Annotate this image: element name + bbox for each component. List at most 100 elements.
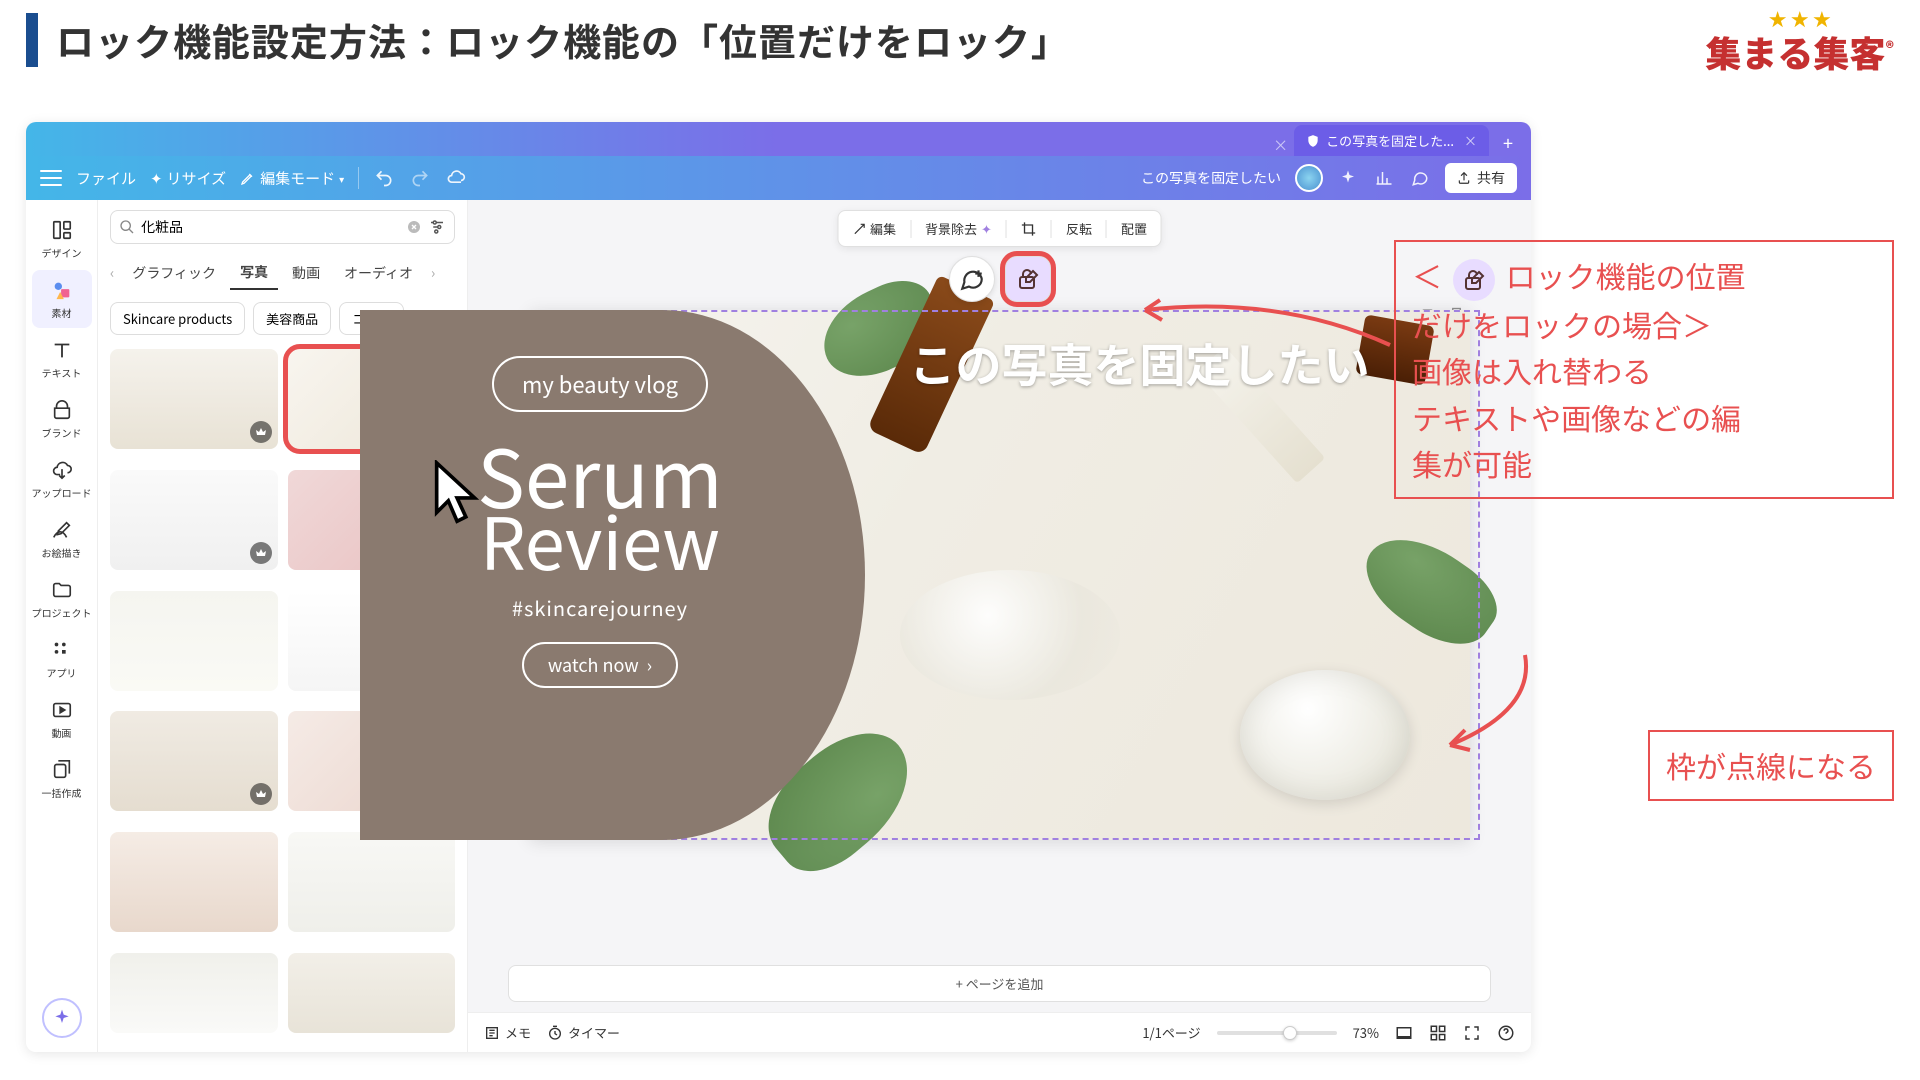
trademark: ® [1885, 35, 1894, 59]
menu-file[interactable]: ファイル [76, 168, 136, 189]
view-list-icon[interactable] [1395, 1024, 1413, 1042]
crown-icon [250, 421, 272, 443]
clear-icon[interactable] [406, 219, 422, 235]
canvas-page[interactable]: この写真を固定したい my beauty vlog Serum Review #… [530, 310, 1470, 840]
menu-resize[interactable]: ✦リサイズ [150, 168, 226, 189]
watch-now-button[interactable]: watch now› [522, 642, 678, 688]
filter-icon[interactable] [428, 218, 446, 236]
page-counter: 1/1ページ [1142, 1023, 1200, 1042]
timer-icon [547, 1025, 563, 1041]
hamburger-icon[interactable] [40, 170, 62, 186]
text-icon [50, 338, 74, 362]
search-input[interactable] [141, 217, 400, 237]
share-button[interactable]: 共有 [1445, 163, 1517, 193]
ctx-crop[interactable] [1017, 218, 1041, 240]
shield-icon [1306, 134, 1320, 148]
chevron-left-icon[interactable]: ‹ [106, 263, 118, 283]
ctx-arrange[interactable]: 配置 [1117, 216, 1151, 241]
analytics-button[interactable] [1373, 167, 1395, 189]
tab-graphic[interactable]: グラフィック [122, 257, 226, 289]
filter-chip[interactable]: 美容商品 [253, 302, 331, 335]
add-page-button[interactable]: + ページを追加 [508, 965, 1491, 1002]
bottom-bar: メモ タイマー 1/1ページ 73% [468, 1012, 1531, 1052]
cursor-pointer-icon [430, 460, 490, 530]
filter-chip[interactable]: Skincare products [110, 302, 245, 335]
timer-button[interactable]: タイマー [547, 1023, 620, 1042]
rail-draw[interactable]: お絵描き [32, 510, 92, 568]
browser-tab[interactable]: この写真を固定した... × [1294, 125, 1489, 156]
note-icon [484, 1025, 500, 1041]
tab-audio[interactable]: オーディオ [334, 257, 423, 289]
hashtag-text[interactable]: #skincarejourney [512, 593, 688, 622]
arrow-icon [1430, 650, 1550, 760]
chevron-right-icon: › [647, 652, 652, 678]
comment-button[interactable] [1409, 167, 1431, 189]
pill-label[interactable]: my beauty vlog [492, 356, 708, 412]
chevron-down-icon: ▾ [339, 171, 344, 186]
bulk-icon [50, 758, 74, 782]
app-header: ファイル ✦リサイズ 編集モード▾ この写真を固定したい 共有 [26, 156, 1531, 200]
file-title[interactable]: この写真を固定したい [1141, 168, 1281, 188]
asset-thumbnail[interactable] [110, 470, 278, 570]
rail-project[interactable]: プロジェクト [32, 570, 92, 628]
help-icon[interactable] [1497, 1024, 1515, 1042]
close-icon[interactable]: × [1273, 135, 1288, 156]
comment-float-button[interactable] [949, 256, 995, 302]
asset-thumbnail[interactable] [110, 711, 278, 811]
stars-icon: ★ ★ ★ [1705, 12, 1894, 26]
ctx-flip[interactable]: 反転 [1062, 216, 1096, 241]
asset-thumbnail[interactable] [288, 953, 456, 1033]
browser-tabs: × この写真を固定した... × + [26, 122, 1531, 156]
avatar[interactable] [1295, 164, 1323, 192]
comment-plus-icon [959, 266, 985, 292]
zoom-slider[interactable] [1217, 1031, 1337, 1035]
asset-thumbnail[interactable] [110, 591, 278, 691]
zoom-value: 73% [1353, 1023, 1379, 1042]
rail-bulk[interactable]: 一括作成 [32, 750, 92, 808]
memo-button[interactable]: メモ [484, 1023, 531, 1042]
slide-title: ロック機能設定方法：ロック機能の「位置だけをロック」 [56, 12, 1070, 67]
design-panel[interactable]: my beauty vlog Serum Review #skincarejou… [360, 310, 865, 840]
ctx-edit[interactable]: 編集 [848, 216, 900, 241]
rail-video[interactable]: 動画 [32, 690, 92, 748]
upload-icon [1457, 171, 1471, 185]
view-grid-icon[interactable] [1429, 1024, 1447, 1042]
layout-icon [50, 218, 74, 242]
ctx-bg-remove[interactable]: 背景除去✦ [921, 216, 996, 241]
rail-upload[interactable]: アップロード [32, 450, 92, 508]
asset-thumbnail[interactable] [110, 832, 278, 932]
ai-assistant-button[interactable] [42, 998, 82, 1038]
chevron-right-icon[interactable]: › [427, 263, 439, 283]
cloud-up-icon [50, 458, 74, 482]
brand-name: 集まる集客 [1705, 26, 1885, 78]
context-toolbar: 編集 背景除去✦ 反転 配置 [837, 210, 1162, 247]
script-heading[interactable]: Serum Review [477, 440, 723, 569]
asset-thumbnail[interactable] [288, 832, 456, 932]
asset-thumbnail[interactable] [110, 953, 278, 1033]
rail-brand[interactable]: ブランド [32, 390, 92, 448]
tab-photo[interactable]: 写真 [230, 256, 278, 290]
fullscreen-icon[interactable] [1463, 1024, 1481, 1042]
app-window: × この写真を固定した... × + ファイル ✦リサイズ 編集モード▾ この写… [26, 122, 1531, 1052]
draw-icon [50, 518, 74, 542]
tab-close-icon[interactable]: × [1464, 131, 1477, 150]
annotation-box: ＜ ロック機能の位置 だけをロックの場合＞ 画像は入れ替わる テキストや画像など… [1394, 240, 1894, 499]
cloud-sync-icon[interactable] [445, 167, 467, 189]
new-tab-button[interactable]: + [1493, 130, 1523, 156]
crop-icon [1021, 221, 1037, 237]
brand-icon [50, 398, 74, 422]
play-icon [50, 698, 74, 722]
rail-text[interactable]: テキスト [32, 330, 92, 388]
asset-thumbnail[interactable] [110, 349, 278, 449]
rail-apps[interactable]: アプリ [32, 630, 92, 688]
rail-elements[interactable]: 素材 [32, 270, 92, 328]
tab-video[interactable]: 動画 [282, 257, 330, 289]
menu-edit-mode[interactable]: 編集モード▾ [240, 168, 344, 189]
crown-icon [250, 783, 272, 805]
sparkle-button[interactable] [1337, 167, 1359, 189]
crown-icon [250, 542, 272, 564]
lock-position-button[interactable] [1005, 256, 1051, 302]
undo-button[interactable] [373, 167, 395, 189]
rail-design[interactable]: デザイン [32, 210, 92, 268]
redo-button[interactable] [409, 167, 431, 189]
